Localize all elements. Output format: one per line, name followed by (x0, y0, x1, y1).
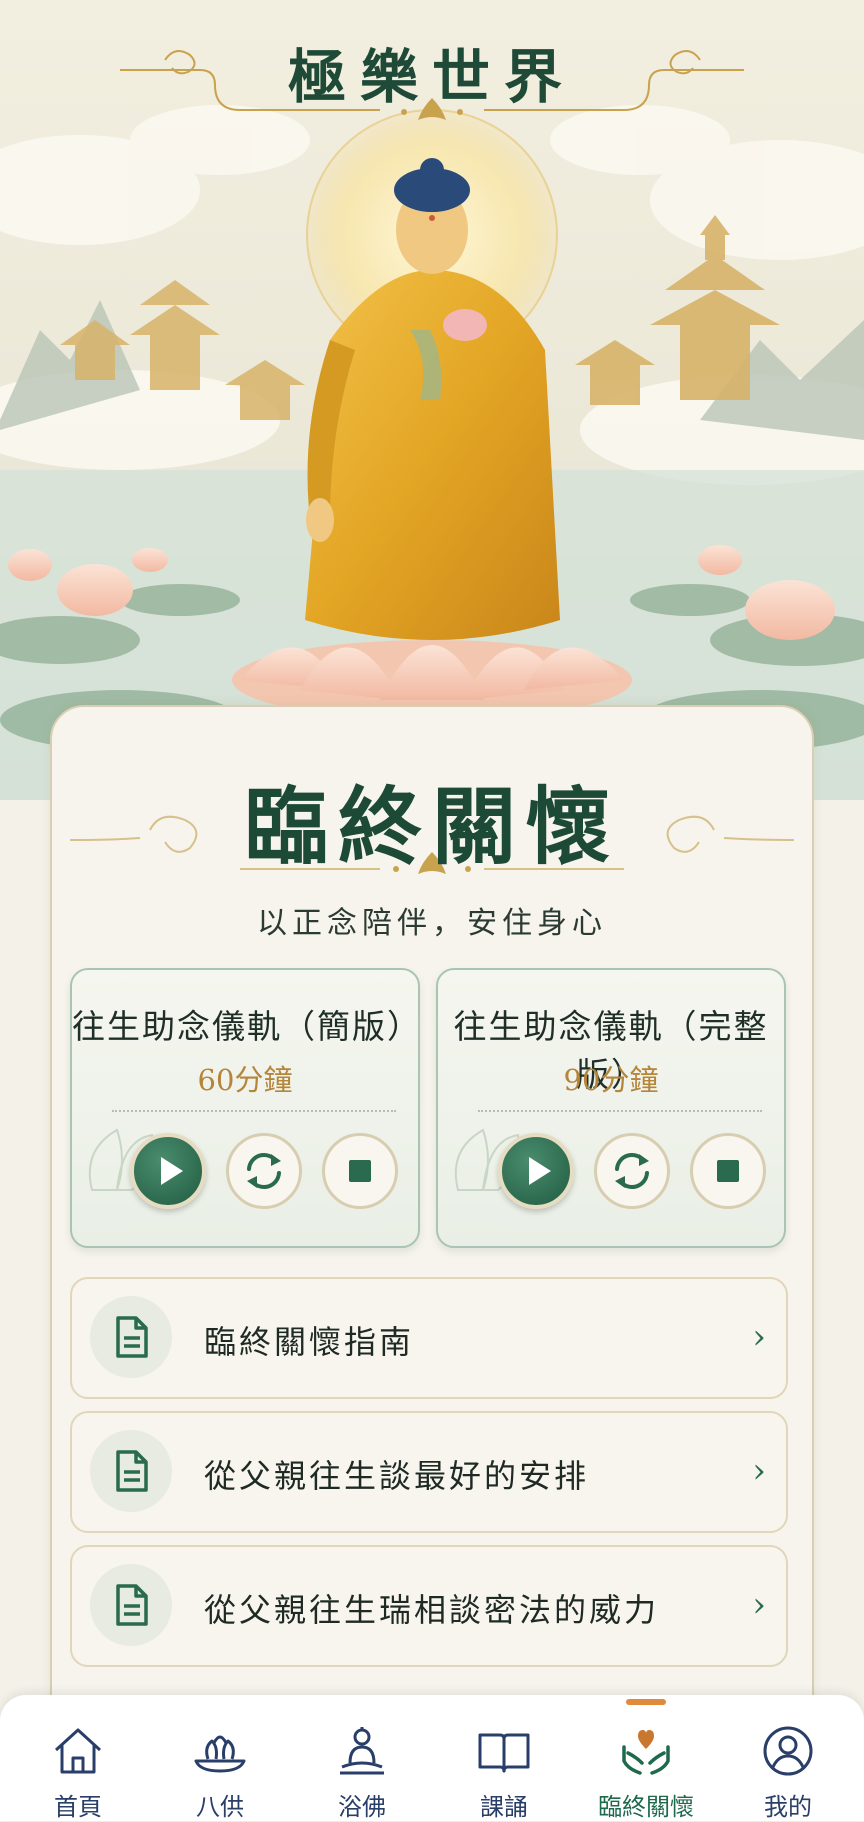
list-item-label: 從父親往生談最好的安排 (204, 1457, 590, 1495)
book-icon (478, 1733, 530, 1773)
list-item-article-1[interactable]: 從父親往生談最好的安排 › (70, 1411, 788, 1533)
tab-profile[interactable]: 我的 (716, 1695, 860, 1821)
care-hands-icon (622, 1730, 670, 1775)
tab-label: 課誦 (480, 1793, 528, 1821)
chevron-right-icon: › (752, 1585, 766, 1625)
document-icon (90, 1564, 172, 1646)
tab-end-of-life-care[interactable]: 臨終關懷 (574, 1695, 718, 1821)
list-item-label: 臨終關懷指南 (204, 1323, 415, 1361)
section-subtitle: 以正念陪伴，安住身心 (257, 906, 607, 941)
card-duration: 90分鐘 (563, 1063, 659, 1097)
home-icon (54, 1728, 102, 1774)
tab-label: 首頁 (54, 1793, 102, 1821)
stop-icon (717, 1160, 739, 1182)
list-item-label: 從父親往生瑞相談密法的威力 (204, 1591, 660, 1629)
stop-button[interactable] (690, 1133, 766, 1209)
ritual-card-full[interactable]: 往生助念儀軌（完整版） 90分鐘 (436, 968, 786, 1248)
chevron-right-icon: › (752, 1317, 766, 1357)
ritual-card-short[interactable]: 往生助念儀軌（簡版） 60分鐘 (70, 968, 420, 1248)
loop-button[interactable] (594, 1133, 670, 1209)
stop-button[interactable] (322, 1133, 398, 1209)
divider (112, 1110, 396, 1112)
bottom-tab-bar: 首頁 八供 浴佛 課誦 臨終關懷 我的 (0, 1695, 864, 1821)
tab-label: 臨終關懷 (598, 1793, 694, 1821)
buddha-icon (340, 1727, 384, 1775)
offering-icon (194, 1735, 246, 1773)
repeat-icon (247, 1153, 281, 1189)
list-item-guide[interactable]: 臨終關懷指南 › (70, 1277, 788, 1399)
list-item-article-2[interactable]: 從父親往生瑞相談密法的威力 › (70, 1545, 788, 1667)
tab-bathing-buddha[interactable]: 浴佛 (290, 1695, 434, 1821)
divider (478, 1110, 762, 1112)
stop-icon (349, 1160, 371, 1182)
hero-illustration: 極樂世界 (0, 0, 864, 800)
play-button[interactable] (498, 1133, 574, 1209)
loop-button[interactable] (226, 1133, 302, 1209)
document-icon (90, 1430, 172, 1512)
tab-label: 我的 (764, 1793, 812, 1821)
card-duration: 60分鐘 (197, 1063, 293, 1097)
section-title: 臨終關懷 (243, 777, 620, 876)
document-icon (90, 1296, 172, 1378)
play-icon (529, 1157, 551, 1185)
user-icon (763, 1726, 813, 1776)
active-tab-indicator (626, 1699, 666, 1705)
tab-label: 八供 (196, 1793, 244, 1821)
tab-offerings[interactable]: 八供 (148, 1695, 292, 1821)
app-title: 極樂世界 (287, 43, 576, 111)
play-button[interactable] (130, 1133, 206, 1209)
play-icon (161, 1157, 183, 1185)
card-title: 往生助念儀軌（簡版） (72, 1007, 422, 1046)
tab-label: 浴佛 (338, 1793, 386, 1821)
repeat-icon (615, 1153, 649, 1189)
tab-recitation[interactable]: 課誦 (432, 1695, 576, 1821)
chevron-right-icon: › (752, 1451, 766, 1491)
tab-home[interactable]: 首頁 (6, 1695, 150, 1821)
